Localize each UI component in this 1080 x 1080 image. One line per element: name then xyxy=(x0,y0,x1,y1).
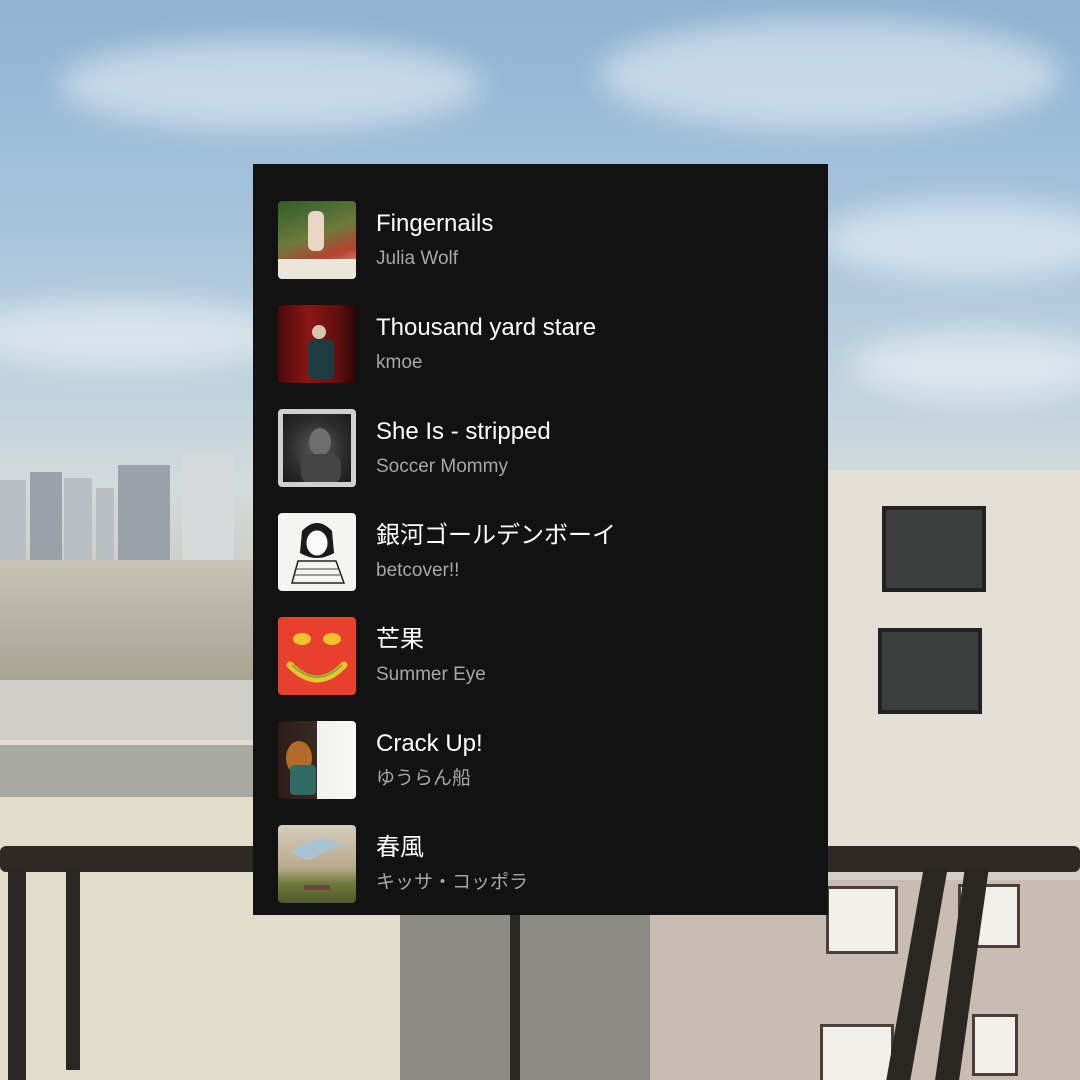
track-row[interactable]: Fingernails Julia Wolf xyxy=(278,188,828,292)
track-row[interactable]: 春風 キッサ・コッポラ xyxy=(278,812,828,916)
track-title: She Is - stripped xyxy=(376,418,551,445)
playlist-card: Fingernails Julia Wolf Thousand yard sta… xyxy=(253,164,828,915)
track-title: 銀河ゴールデンボーイ xyxy=(376,522,616,549)
track-artist: betcover!! xyxy=(376,560,460,581)
track-title: 春風 xyxy=(376,834,424,861)
track-artist: Summer Eye xyxy=(376,664,486,685)
track-artist: ゆうらん船 xyxy=(376,768,472,789)
track-row[interactable]: 芒果 Summer Eye xyxy=(278,604,828,708)
track-artist: kmoe xyxy=(376,352,423,373)
album-art-icon xyxy=(278,721,356,799)
track-row[interactable]: She Is - stripped Soccer Mommy xyxy=(278,396,828,500)
album-art-icon xyxy=(278,201,356,279)
album-art-icon xyxy=(278,513,356,591)
track-row[interactable]: Thousand yard stare kmoe xyxy=(278,292,828,396)
track-title: Fingernails xyxy=(376,210,494,237)
album-art-icon xyxy=(278,617,356,695)
track-artist: Soccer Mommy xyxy=(376,456,508,477)
track-title: Thousand yard stare xyxy=(376,314,597,341)
album-art-icon xyxy=(278,305,356,383)
track-title: Crack Up! xyxy=(376,730,483,757)
track-artist: Julia Wolf xyxy=(376,248,459,269)
track-title: 芒果 xyxy=(376,626,424,653)
album-art-icon xyxy=(278,409,356,487)
track-row[interactable]: 銀河ゴールデンボーイ betcover!! xyxy=(278,500,828,604)
track-artist: キッサ・コッポラ xyxy=(376,872,529,893)
album-art-icon xyxy=(278,825,356,903)
track-row[interactable]: Crack Up! ゆうらん船 xyxy=(278,708,828,812)
